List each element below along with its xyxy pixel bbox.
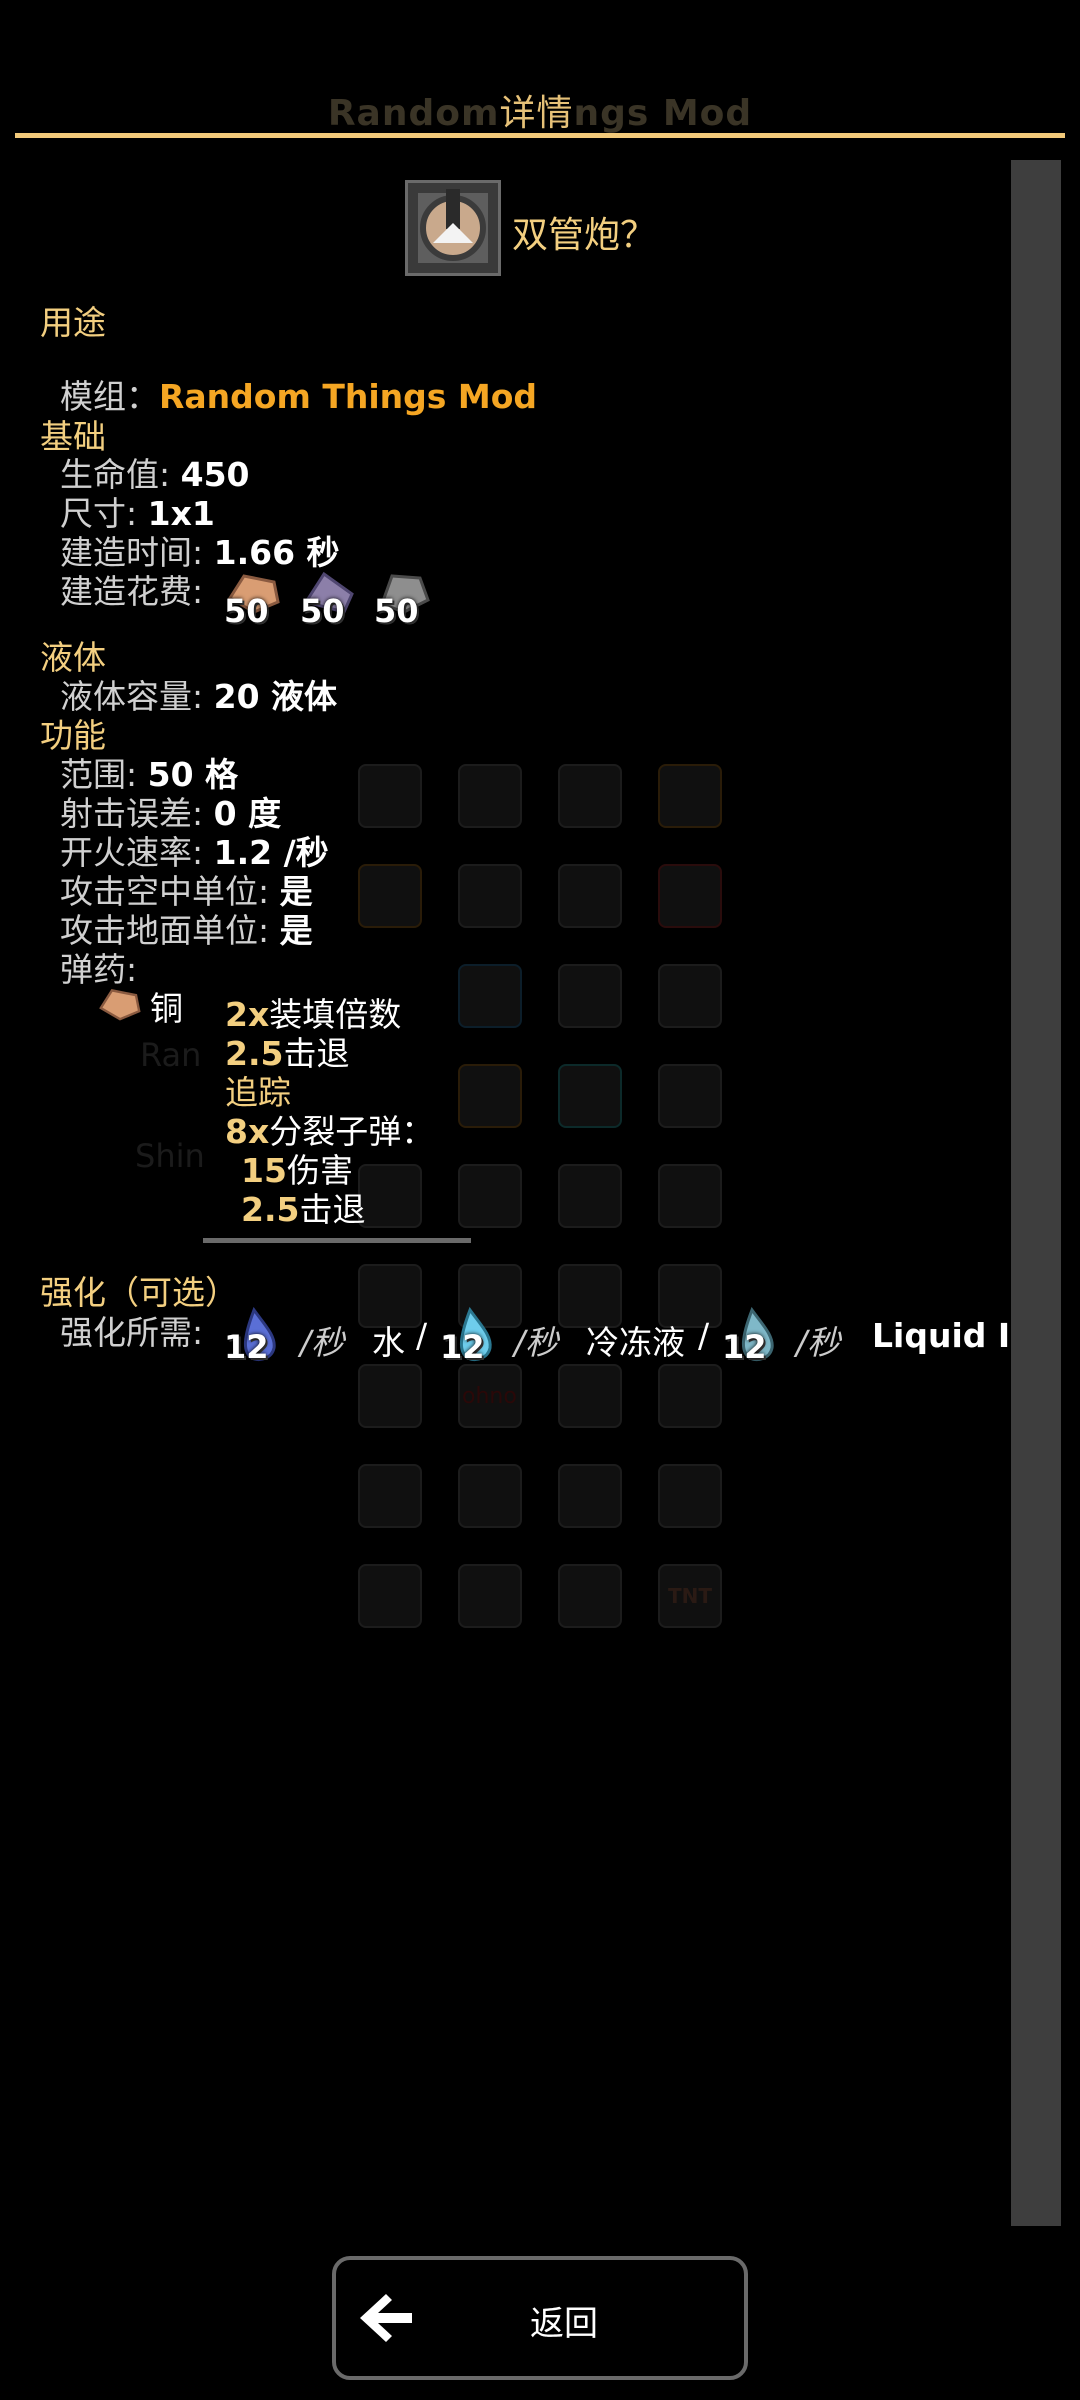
ghost-tile	[358, 1564, 422, 1628]
mod-value: Random Things Mod	[159, 377, 538, 416]
ammo-item-name: 铜	[150, 989, 183, 1028]
copper-icon	[99, 989, 141, 1021]
cost-amount: 50	[374, 592, 419, 630]
mod-row: 模组：Random Things Mod	[60, 370, 537, 418]
frag-knockback-row: 2.5击退	[241, 1183, 365, 1231]
ghost-tile	[358, 864, 422, 928]
knockback-text: 击退	[283, 1034, 350, 1073]
ghost-tile	[458, 1564, 522, 1628]
ghost-text: ohno	[462, 1384, 517, 1409]
ghost-tile	[658, 764, 722, 828]
boost-rate: /秒	[300, 1323, 345, 1362]
ghost-tile	[658, 1164, 722, 1228]
boost-separator: /	[698, 1316, 710, 1355]
ghost-tile	[458, 1064, 522, 1128]
boost-liquid-name: 水	[372, 1323, 405, 1362]
ghost-tile	[658, 864, 722, 928]
double-barrel-turret-icon	[405, 180, 501, 276]
block-name: 双管炮？	[512, 215, 657, 256]
boost-amount: 12	[224, 1328, 269, 1366]
boost-liquids-row: 12 /秒 水 / 12 /秒 冷冻液 / 12 /秒 Liquid I	[222, 1300, 1012, 1380]
ghost-tile	[458, 864, 522, 928]
boost-amount: 12	[722, 1328, 767, 1366]
back-button-label: 返回	[530, 2304, 598, 2344]
ghost-tile	[458, 964, 522, 1028]
build-time-value: 1.66 秒	[213, 533, 340, 572]
build-cost-label: 建造花费:	[60, 572, 204, 611]
boost-rate: /秒	[514, 1323, 559, 1362]
ghost-tile	[558, 964, 622, 1028]
arrow-left-icon	[360, 2294, 412, 2342]
ghost-tile	[558, 1064, 622, 1128]
tnt-tile: TNT	[658, 1564, 722, 1628]
ghost-tile	[558, 764, 622, 828]
boost-separator: /	[416, 1316, 428, 1355]
ghost-tile	[558, 1564, 622, 1628]
dialog-title: Random详情ngs Mod	[0, 84, 1080, 136]
cost-item: 50	[300, 568, 360, 630]
ammo-divider	[203, 1238, 471, 1243]
warning-icon	[658, 1064, 722, 1128]
title-ghost-right: ngs Mod	[573, 93, 753, 134]
title-main: 详情	[499, 93, 574, 134]
ghost-text: Shin	[135, 1137, 205, 1175]
cost-item: 50	[224, 568, 284, 630]
targets-ground-value: 是	[279, 911, 313, 950]
ghost-tile	[458, 764, 522, 828]
ghost-tile	[358, 1164, 422, 1228]
scrollbar[interactable]	[1011, 160, 1061, 2226]
ghost-tile	[358, 764, 422, 828]
boost-liquid-name: 冷冻液	[586, 1323, 685, 1362]
cost-amount: 50	[224, 592, 269, 630]
title-ghost-left: Random	[327, 93, 500, 134]
cost-amount: 50	[300, 592, 345, 630]
section-usage: 用途	[40, 303, 106, 342]
title-divider	[15, 133, 1065, 138]
ghost-tile	[658, 964, 722, 1028]
ghost-tile	[458, 1464, 522, 1528]
ghost-tile	[658, 1464, 722, 1528]
ghost-tile	[558, 1164, 622, 1228]
boost-amount: 12	[440, 1328, 485, 1366]
frag-knockback: 2.5	[241, 1190, 300, 1229]
ghost-tile	[358, 1464, 422, 1528]
boost-label: 强化所需:	[60, 1313, 204, 1352]
frag-knockback-text: 击退	[299, 1190, 366, 1229]
liquid-capacity-value: 20 液体	[213, 677, 338, 716]
ghost-text: Ran	[140, 1036, 202, 1074]
boost-rate: /秒	[796, 1323, 841, 1362]
ghost-tile	[558, 864, 622, 928]
boost-liquid-name: Liquid I	[872, 1316, 1011, 1355]
cost-item: 50	[374, 568, 434, 630]
ghost-tile	[458, 1164, 522, 1228]
ghost-tile	[558, 1464, 622, 1528]
